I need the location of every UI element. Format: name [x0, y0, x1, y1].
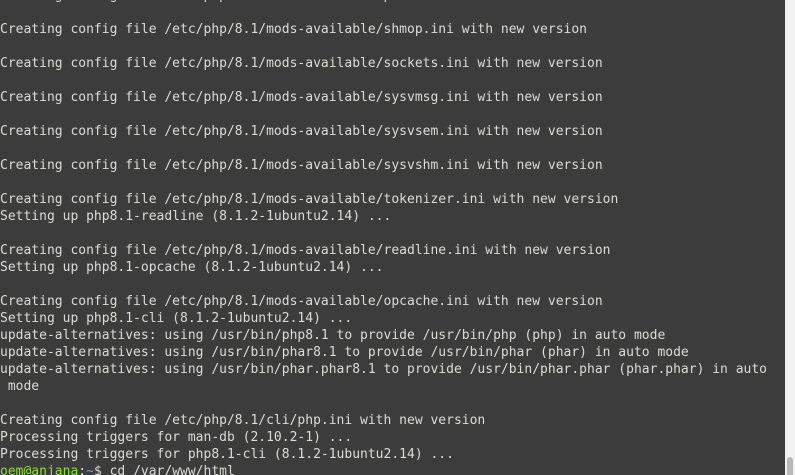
terminal-line: Creating config file /etc/php/8.1/cli/ph…: [0, 413, 486, 428]
scrollbar-thumb[interactable]: [787, 457, 793, 475]
prompt-user-host: oem@anjana: [0, 464, 79, 475]
prompt-symbol: $: [93, 464, 110, 475]
terminal-line: Creating config file /etc/php/8.1/mods-a…: [0, 90, 603, 105]
terminal-line: Setting up php8.1-opcache (8.1.2-1ubuntu…: [0, 260, 384, 275]
terminal-line: Creating config file /etc/php/8.1/mods-a…: [0, 124, 603, 139]
prompt-line: oem@anjana:~$ cd /var/www/html: [0, 463, 767, 475]
prompt-command: cd /var/www/html: [109, 464, 235, 475]
terminal-line: Creating config file /etc/php/8.1/mods-a…: [0, 56, 603, 71]
terminal-line: update-alternatives: using /usr/bin/phar…: [0, 362, 768, 377]
terminal-line: Creating config file /etc/php/8.1/mods-a…: [0, 192, 619, 207]
scrollbar[interactable]: [785, 0, 795, 475]
terminal-line: Setting up php8.1-cli (8.1.2-1ubuntu2.14…: [0, 311, 353, 326]
terminal-output[interactable]: Creating config file /etc/php/8.1/mods-a…: [0, 0, 785, 475]
terminal-line: Processing triggers for man-db (2.10.2-1…: [0, 430, 353, 445]
terminal-line: Creating config file /etc/php/8.1/mods-a…: [0, 294, 603, 309]
terminal-line: Creating config file /etc/php/8.1/mods-a…: [0, 158, 603, 173]
terminal-line: Creating config file /etc/php/8.1/mods-a…: [0, 243, 611, 258]
terminal-line: update-alternatives: using /usr/bin/php8…: [0, 328, 666, 343]
prompt-separator: :: [78, 464, 87, 475]
terminal-line: Creating config file /etc/php/8.1/mods-a…: [0, 22, 587, 37]
terminal-line: mode: [0, 379, 40, 394]
terminal-line: update-alternatives: using /usr/bin/phar…: [0, 345, 689, 360]
terminal-lines: Creating config file /etc/php/8.1/mods-a…: [0, 0, 767, 475]
terminal-line: Processing triggers for php8.1-cli (8.1.…: [0, 447, 454, 462]
terminal-line: Setting up php8.1-readline (8.1.2-1ubunt…: [0, 209, 392, 224]
prompt-cwd: ~: [86, 464, 94, 475]
